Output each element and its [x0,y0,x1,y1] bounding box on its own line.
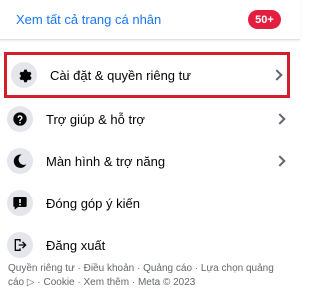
feedback-icon [7,190,33,216]
notification-badge: 50+ [248,10,281,29]
menu-item-give-feedback[interactable]: Đóng góp ý kiến [0,182,300,224]
menu-item-label: Trợ giúp & hỗ trợ [46,111,145,127]
footer-line[interactable]: cáo ▷ · Cookie · Xem thêm · Meta © 2023 [8,276,298,290]
footer-line[interactable]: Quyền riêng tư · Điều khoản · Quảng cáo … [8,262,298,276]
menu-item-display-accessibility[interactable]: Màn hình & trợ năng [0,140,300,182]
footer-links: Quyền riêng tư · Điều khoản · Quảng cáo … [8,262,298,290]
chevron-right-icon [274,113,286,125]
chevron-right-icon [271,69,283,81]
menu-item-help-support[interactable]: Trợ giúp & hỗ trợ [0,98,300,140]
profile-card: Xem tất cả trang cá nhân 50+ [0,0,300,40]
menu-item-label: Đăng xuất [46,237,106,253]
see-all-profiles-link[interactable]: Xem tất cả trang cá nhân [16,12,161,27]
menu-item-label: Đóng góp ý kiến [46,195,140,211]
help-icon [7,106,33,132]
menu-item-logout[interactable]: Đăng xuất [0,224,300,266]
menu-item-settings-privacy[interactable]: Cài đặt & quyền riêng tư [4,52,290,98]
menu-item-label: Cài đặt & quyền riêng tư [50,67,191,83]
logout-icon [7,232,33,258]
settings-menu: Cài đặt & quyền riêng tư Trợ giúp & hỗ t… [0,52,300,266]
chevron-right-icon [274,155,286,167]
menu-page: Xem tất cả trang cá nhân 50+ Cài đặt & q… [0,0,300,298]
moon-icon [7,148,33,174]
gear-icon [11,62,37,88]
menu-item-label: Màn hình & trợ năng [46,153,166,169]
